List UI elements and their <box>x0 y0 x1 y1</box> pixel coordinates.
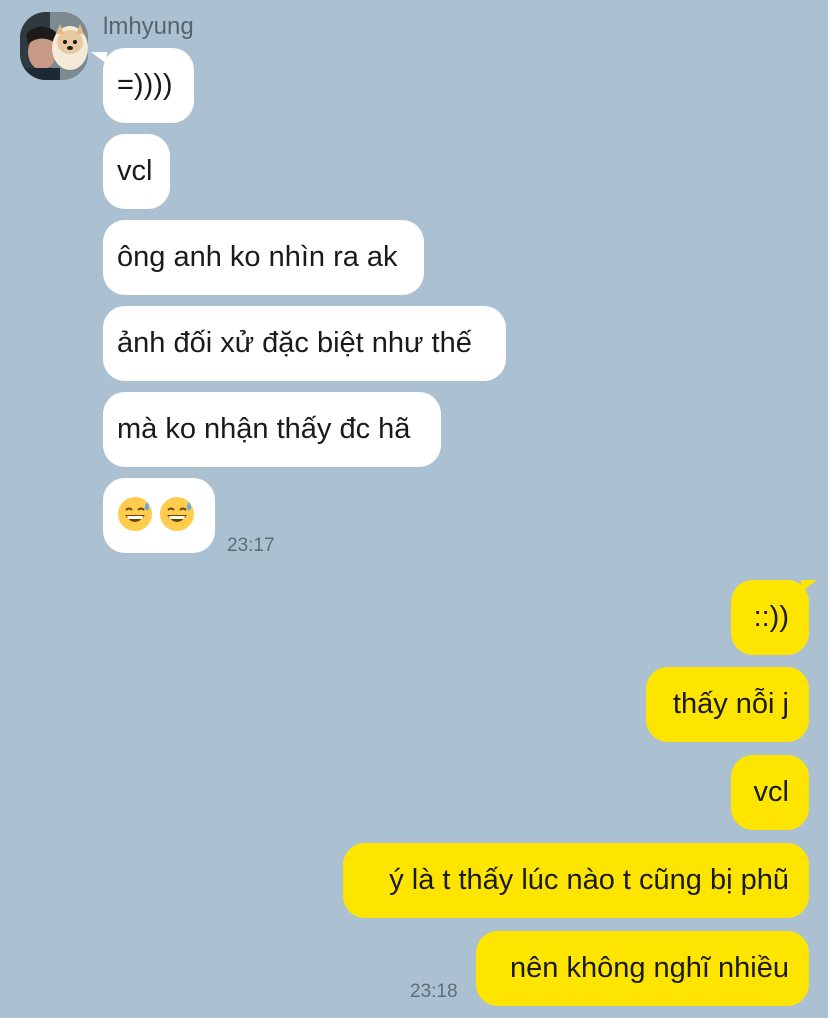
profile-photo-icon <box>20 12 88 80</box>
message-text: =)))) <box>117 69 173 101</box>
message-text: mà ko nhận thấy đc hã <box>117 413 411 445</box>
incoming-message[interactable]: ông anh ko nhìn ra ak <box>103 220 424 295</box>
incoming-message[interactable] <box>103 478 215 553</box>
incoming-message[interactable]: ảnh đối xử đặc biệt như thế <box>103 306 506 381</box>
message-timestamp: 23:18 <box>410 981 458 1002</box>
message-text: nên không nghĩ nhiều <box>510 952 789 984</box>
outgoing-message[interactable]: ý là t thấy lúc nào t cũng bị phũ <box>343 843 809 918</box>
message-text: ảnh đối xử đặc biệt như thế <box>117 327 472 359</box>
message-timestamp: 23:17 <box>227 535 275 556</box>
message-text: ::)) <box>753 601 789 633</box>
sender-name: lmhyung <box>103 13 194 40</box>
message-text: thấy nỗi j <box>672 688 789 720</box>
grinning-face-with-sweat-icon <box>160 497 194 532</box>
outgoing-message[interactable]: ::)) <box>731 580 809 655</box>
grinning-face-with-sweat-icon <box>118 497 152 532</box>
message-text: vcl <box>753 776 789 808</box>
incoming-message[interactable]: vcl <box>103 134 170 209</box>
message-text: ông anh ko nhìn ra ak <box>117 241 398 273</box>
incoming-message[interactable]: =)))) <box>103 48 194 123</box>
outgoing-message[interactable]: nên không nghĩ nhiều <box>476 931 809 1006</box>
message-text: ý là t thấy lúc nào t cũng bị phũ <box>389 864 789 896</box>
outgoing-message[interactable]: thấy nỗi j <box>646 667 809 742</box>
outgoing-message[interactable]: vcl <box>731 755 809 830</box>
message-text: vcl <box>117 155 153 187</box>
incoming-message[interactable]: mà ko nhận thấy đc hã <box>103 392 441 467</box>
sender-avatar[interactable] <box>20 12 88 80</box>
